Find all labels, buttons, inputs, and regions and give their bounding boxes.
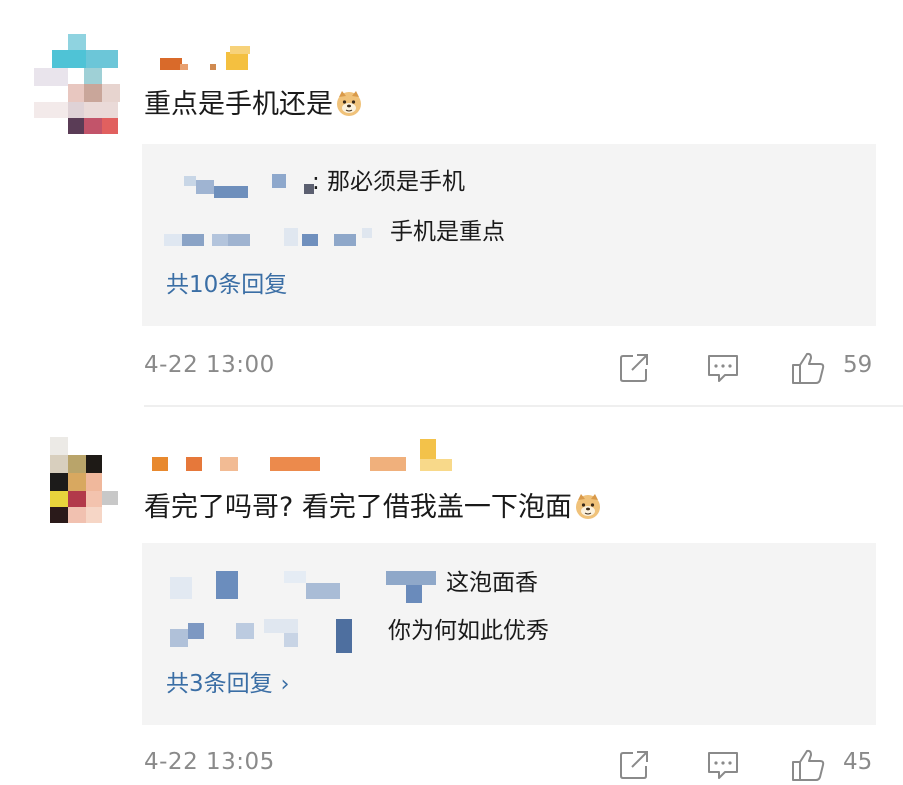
reply-username-mosaic[interactable] <box>164 571 436 603</box>
reply-box[interactable]: : 那必须是手机 手机是重点 共10条回复 <box>142 144 876 326</box>
comment-item: 重点是手机还是 : 那必须是手机 手机是重点 共10条回复 4-22 13:00… <box>0 0 903 405</box>
comment-item: 看完了吗哥? 看完了借我盖一下泡面 这泡面香 你为何如此优秀 共3条回复 › 4… <box>0 405 903 781</box>
more-replies-label: 共3条回复 <box>166 671 273 697</box>
chevron-right-icon: › <box>280 672 290 697</box>
reply-username-mosaic[interactable] <box>164 619 384 653</box>
reply-item[interactable]: 这泡面香 <box>142 567 862 603</box>
username-mosaic[interactable] <box>148 439 468 471</box>
more-replies-link[interactable]: 共3条回复 › <box>166 669 289 700</box>
like-count: 45 <box>843 749 873 775</box>
comment-meta: 4-22 13:00 59 <box>0 348 903 388</box>
reply-item[interactable]: : 那必须是手机 <box>142 166 862 200</box>
share-icon[interactable] <box>616 747 652 783</box>
thumbs-up-icon[interactable] <box>790 747 826 783</box>
reply-item[interactable]: 你为何如此优秀 <box>142 615 862 653</box>
comment-icon[interactable] <box>705 350 741 386</box>
reply-username-mosaic[interactable] <box>164 220 384 248</box>
comment-text-content: 重点是手机还是 <box>144 89 333 120</box>
doge-emoji-icon <box>337 91 361 116</box>
like-count: 59 <box>843 352 873 378</box>
more-replies-label: 共10条回复 <box>166 272 288 298</box>
comment-text-content: 看完了吗哥? 看完了借我盖一下泡面 <box>144 492 572 523</box>
username-mosaic[interactable] <box>148 46 468 70</box>
reply-text: : 那必须是手机 <box>312 169 466 195</box>
comment-text: 看完了吗哥? 看完了借我盖一下泡面 <box>144 491 602 525</box>
comment-date: 4-22 13:05 <box>144 749 275 775</box>
more-replies-link[interactable]: 共10条回复 <box>166 270 287 300</box>
avatar[interactable] <box>34 437 120 537</box>
reply-text: 你为何如此优秀 <box>388 618 549 644</box>
reply-item[interactable]: 手机是重点 <box>142 216 862 250</box>
share-icon[interactable] <box>616 350 652 386</box>
thumbs-up-icon[interactable] <box>790 350 826 386</box>
reply-text: 这泡面香 <box>446 570 538 596</box>
comment-date: 4-22 13:00 <box>144 352 275 378</box>
comment-text: 重点是手机还是 <box>144 88 363 122</box>
reply-text: 手机是重点 <box>390 219 505 245</box>
avatar[interactable] <box>34 34 120 134</box>
doge-emoji-icon <box>575 494 600 519</box>
comment-meta: 4-22 13:05 45 <box>0 745 903 785</box>
comment-icon[interactable] <box>705 747 741 783</box>
reply-box[interactable]: 这泡面香 你为何如此优秀 共3条回复 › <box>142 543 876 725</box>
